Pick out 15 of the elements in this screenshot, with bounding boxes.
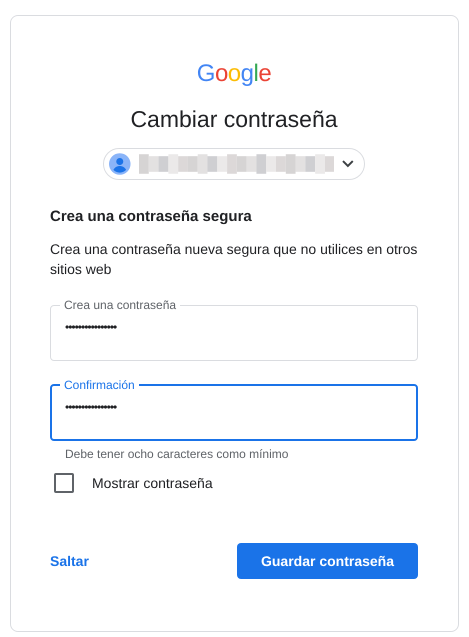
save-password-button[interactable]: Guardar contraseña <box>237 543 418 579</box>
description-text: Crea una contraseña nueva segura que no utilices en otros sitios web <box>50 240 418 279</box>
chevron-down-icon <box>342 160 354 168</box>
helper-text: Debe tener ocho caracteres como mínimo <box>65 447 290 461</box>
google-logo: Google <box>196 60 272 89</box>
field-label: Confirmación <box>63 378 136 392</box>
field-label: Crea una contraseña <box>63 298 178 312</box>
checkbox-label: Mostrar contraseña <box>92 475 213 491</box>
password-input[interactable]: •••••••••••••••• <box>65 320 403 334</box>
password-input[interactable]: •••••••••••••••• <box>65 400 403 414</box>
avatar-icon <box>109 153 131 175</box>
checkbox[interactable] <box>54 473 74 493</box>
page-title: Cambiar contraseña <box>129 106 339 133</box>
skip-link[interactable]: Saltar <box>50 553 89 569</box>
section-heading: Crea una contraseña segura <box>50 208 253 225</box>
